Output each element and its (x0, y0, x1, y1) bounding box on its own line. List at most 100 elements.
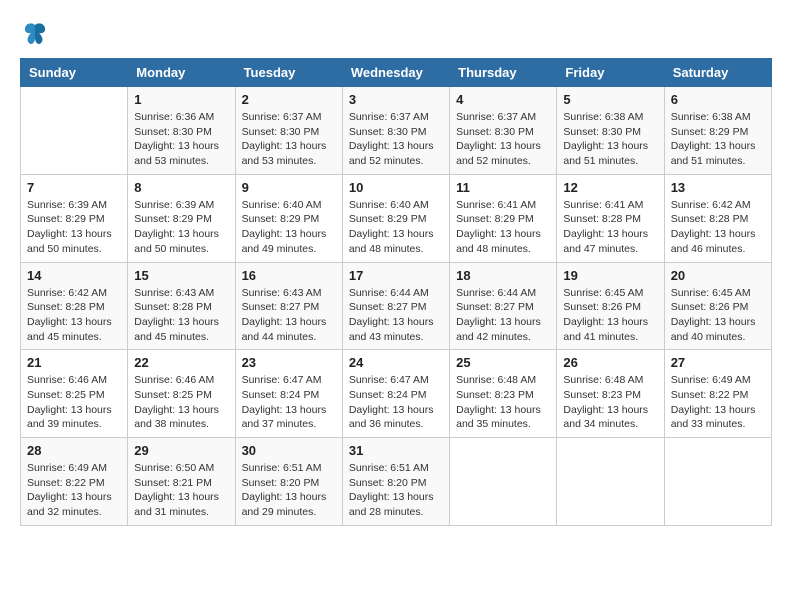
day-info-text: Sunrise: 6:43 AM Sunset: 8:27 PM Dayligh… (242, 286, 336, 345)
day-number: 9 (242, 180, 336, 195)
day-header-tuesday: Tuesday (235, 59, 342, 87)
day-info-text: Sunrise: 6:49 AM Sunset: 8:22 PM Dayligh… (27, 461, 121, 520)
calendar-cell: 17 Sunrise: 6:44 AM Sunset: 8:27 PM Dayli… (342, 262, 449, 350)
calendar-cell: 20Sunrise: 6:45 AM Sunset: 8:26 PM Dayli… (664, 262, 771, 350)
day-info-text: Sunrise: 6:44 AM Sunset: 8:27 PM Dayligh… (349, 286, 443, 345)
day-number: 28 (27, 443, 121, 458)
calendar-cell: 7 Sunrise: 6:39 AM Sunset: 8:29 PM Daylig… (21, 174, 128, 262)
calendar-cell: 16 Sunrise: 6:43 AM Sunset: 8:27 PM Dayli… (235, 262, 342, 350)
calendar-cell: 1 Sunrise: 6:36 AM Sunset: 8:30 PM Daylig… (128, 87, 235, 175)
day-number: 25 (456, 355, 550, 370)
day-number: 19 (563, 268, 657, 283)
day-info-text: Sunrise: 6:37 AM Sunset: 8:30 PM Dayligh… (456, 110, 550, 169)
day-info-text: Sunrise: 6:42 AM Sunset: 8:28 PM Dayligh… (27, 286, 121, 345)
calendar-table: SundayMondayTuesdayWednesdayThursdayFrid… (20, 58, 772, 526)
day-number: 15 (134, 268, 228, 283)
day-info-text: Sunrise: 6:36 AM Sunset: 8:30 PM Dayligh… (134, 110, 228, 169)
day-info-text: Sunrise: 6:37 AM Sunset: 8:30 PM Dayligh… (242, 110, 336, 169)
day-number: 14 (27, 268, 121, 283)
calendar-cell: 24 Sunrise: 6:47 AM Sunset: 8:24 PM Dayli… (342, 350, 449, 438)
day-info-text: Sunrise: 6:46 AM Sunset: 8:25 PM Dayligh… (27, 373, 121, 432)
day-info-text: Sunrise: 6:38 AM Sunset: 8:29 PM Dayligh… (671, 110, 765, 169)
calendar-cell: 12 Sunrise: 6:41 AM Sunset: 8:28 PM Dayli… (557, 174, 664, 262)
day-number: 3 (349, 92, 443, 107)
day-info-text: Sunrise: 6:46 AM Sunset: 8:25 PM Dayligh… (134, 373, 228, 432)
day-number: 2 (242, 92, 336, 107)
day-number: 31 (349, 443, 443, 458)
day-number: 21 (27, 355, 121, 370)
day-header-saturday: Saturday (664, 59, 771, 87)
calendar-cell: 13 Sunrise: 6:42 AM Sunset: 8:28 PM Dayli… (664, 174, 771, 262)
week-row-4: 21 Sunrise: 6:46 AM Sunset: 8:25 PM Dayli… (21, 350, 772, 438)
week-row-2: 7 Sunrise: 6:39 AM Sunset: 8:29 PM Daylig… (21, 174, 772, 262)
calendar-cell (450, 438, 557, 526)
calendar-cell: 10Sunrise: 6:40 AM Sunset: 8:29 PM Dayli… (342, 174, 449, 262)
day-info-text: Sunrise: 6:48 AM Sunset: 8:23 PM Dayligh… (563, 373, 657, 432)
day-info-text: Sunrise: 6:47 AM Sunset: 8:24 PM Dayligh… (242, 373, 336, 432)
calendar-cell (21, 87, 128, 175)
day-info-text: Sunrise: 6:50 AM Sunset: 8:21 PM Dayligh… (134, 461, 228, 520)
day-number: 4 (456, 92, 550, 107)
day-number: 17 (349, 268, 443, 283)
calendar-cell: 11 Sunrise: 6:41 AM Sunset: 8:29 PM Dayli… (450, 174, 557, 262)
calendar-cell: 21 Sunrise: 6:46 AM Sunset: 8:25 PM Dayli… (21, 350, 128, 438)
day-number: 12 (563, 180, 657, 195)
calendar-cell: 6 Sunrise: 6:38 AM Sunset: 8:29 PM Daylig… (664, 87, 771, 175)
day-number: 6 (671, 92, 765, 107)
day-number: 11 (456, 180, 550, 195)
day-number: 22 (134, 355, 228, 370)
day-info-text: Sunrise: 6:39 AM Sunset: 8:29 PM Dayligh… (134, 198, 228, 257)
week-row-1: 1 Sunrise: 6:36 AM Sunset: 8:30 PM Daylig… (21, 87, 772, 175)
day-number: 8 (134, 180, 228, 195)
day-info-text: Sunrise: 6:39 AM Sunset: 8:29 PM Dayligh… (27, 198, 121, 257)
calendar-cell: 28 Sunrise: 6:49 AM Sunset: 8:22 PM Dayli… (21, 438, 128, 526)
calendar-cell: 22 Sunrise: 6:46 AM Sunset: 8:25 PM Dayli… (128, 350, 235, 438)
calendar-cell: 26 Sunrise: 6:48 AM Sunset: 8:23 PM Dayli… (557, 350, 664, 438)
calendar-cell (557, 438, 664, 526)
calendar-cell: 19 Sunrise: 6:45 AM Sunset: 8:26 PM Dayli… (557, 262, 664, 350)
calendar-cell: 9 Sunrise: 6:40 AM Sunset: 8:29 PM Daylig… (235, 174, 342, 262)
day-header-sunday: Sunday (21, 59, 128, 87)
day-info-text: Sunrise: 6:40 AM Sunset: 8:29 PM Dayligh… (242, 198, 336, 257)
day-number: 29 (134, 443, 228, 458)
day-info-text: Sunrise: 6:47 AM Sunset: 8:24 PM Dayligh… (349, 373, 443, 432)
page-header (20, 20, 772, 48)
day-info-text: Sunrise: 6:38 AM Sunset: 8:30 PM Dayligh… (563, 110, 657, 169)
day-number: 1 (134, 92, 228, 107)
day-number: 18 (456, 268, 550, 283)
day-number: 5 (563, 92, 657, 107)
day-info-text: Sunrise: 6:51 AM Sunset: 8:20 PM Dayligh… (349, 461, 443, 520)
calendar-cell: 8 Sunrise: 6:39 AM Sunset: 8:29 PM Daylig… (128, 174, 235, 262)
logo-bird-icon (22, 20, 48, 46)
day-info-text: Sunrise: 6:49 AM Sunset: 8:22 PM Dayligh… (671, 373, 765, 432)
day-number: 16 (242, 268, 336, 283)
calendar-cell: 3 Sunrise: 6:37 AM Sunset: 8:30 PM Daylig… (342, 87, 449, 175)
day-info-text: Sunrise: 6:41 AM Sunset: 8:29 PM Dayligh… (456, 198, 550, 257)
calendar-cell: 18 Sunrise: 6:44 AM Sunset: 8:27 PM Dayli… (450, 262, 557, 350)
day-info-text: Sunrise: 6:37 AM Sunset: 8:30 PM Dayligh… (349, 110, 443, 169)
calendar-cell: 31 Sunrise: 6:51 AM Sunset: 8:20 PM Dayli… (342, 438, 449, 526)
calendar-cell: 27 Sunrise: 6:49 AM Sunset: 8:22 PM Dayli… (664, 350, 771, 438)
day-info-text: Sunrise: 6:40 AM Sunset: 8:29 PM Dayligh… (349, 198, 443, 257)
logo (20, 20, 48, 48)
logo-text (20, 20, 48, 48)
day-number: 13 (671, 180, 765, 195)
day-info-text: Sunrise: 6:44 AM Sunset: 8:27 PM Dayligh… (456, 286, 550, 345)
day-info-text: Sunrise: 6:41 AM Sunset: 8:28 PM Dayligh… (563, 198, 657, 257)
calendar-cell: 4 Sunrise: 6:37 AM Sunset: 8:30 PM Daylig… (450, 87, 557, 175)
day-number: 24 (349, 355, 443, 370)
day-info-text: Sunrise: 6:42 AM Sunset: 8:28 PM Dayligh… (671, 198, 765, 257)
calendar-cell: 29 Sunrise: 6:50 AM Sunset: 8:21 PM Dayli… (128, 438, 235, 526)
day-info-text: Sunrise: 6:48 AM Sunset: 8:23 PM Dayligh… (456, 373, 550, 432)
calendar-cell: 2 Sunrise: 6:37 AM Sunset: 8:30 PM Daylig… (235, 87, 342, 175)
day-number: 30 (242, 443, 336, 458)
day-number: 26 (563, 355, 657, 370)
day-number: 7 (27, 180, 121, 195)
day-number: 27 (671, 355, 765, 370)
calendar-cell: 15 Sunrise: 6:43 AM Sunset: 8:28 PM Dayli… (128, 262, 235, 350)
day-info-text: Sunrise: 6:45 AM Sunset: 8:26 PM Dayligh… (563, 286, 657, 345)
calendar-cell (664, 438, 771, 526)
calendar-cell: 30Sunrise: 6:51 AM Sunset: 8:20 PM Dayli… (235, 438, 342, 526)
week-row-3: 14 Sunrise: 6:42 AM Sunset: 8:28 PM Dayli… (21, 262, 772, 350)
day-info-text: Sunrise: 6:43 AM Sunset: 8:28 PM Dayligh… (134, 286, 228, 345)
